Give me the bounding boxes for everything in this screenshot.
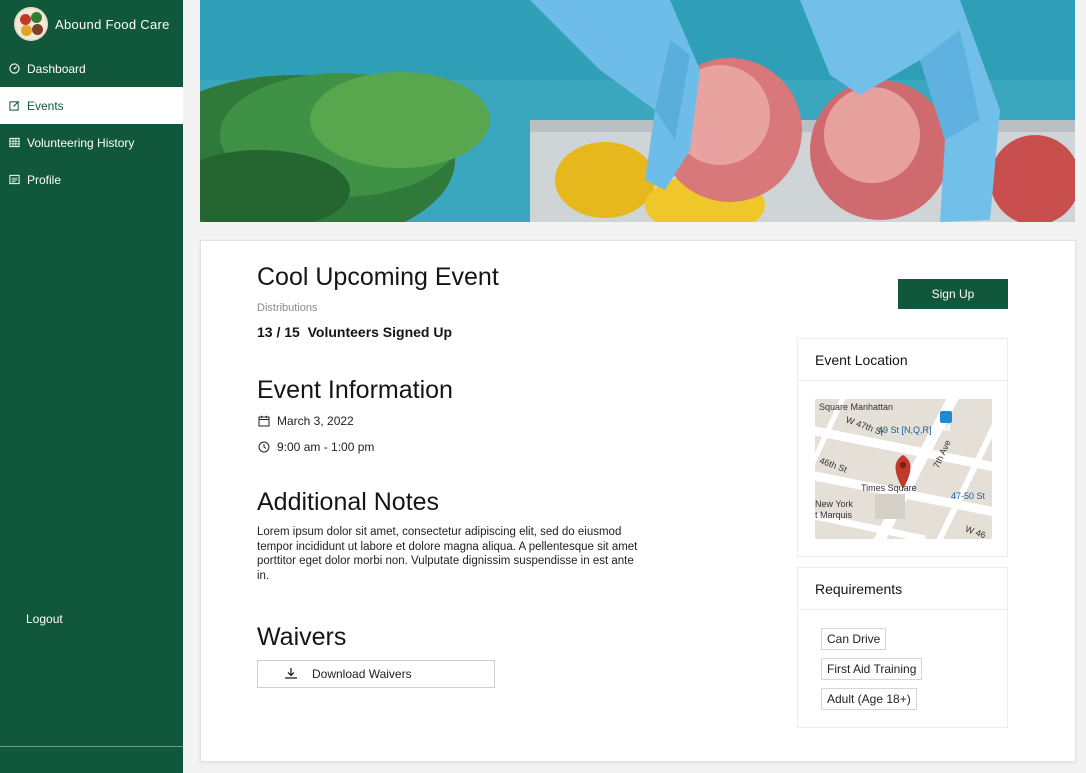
sidebar-nav: Dashboard Events Volunteering History Pr… <box>0 50 183 198</box>
edit-icon <box>8 100 20 112</box>
event-time: 9:00 am - 1:00 pm <box>257 440 374 454</box>
dashboard-icon <box>8 63 20 75</box>
map-label: Times Square <box>861 483 917 493</box>
event-information-heading: Event Information <box>257 376 453 404</box>
sidebar-item-profile[interactable]: Profile <box>0 161 183 198</box>
event-title: Cool Upcoming Event <box>257 263 499 291</box>
hero-illustration <box>200 0 1075 222</box>
map-label: M <box>943 423 951 433</box>
sidebar-item-label: Profile <box>27 172 62 187</box>
download-waivers-label: Download Waivers <box>312 667 412 681</box>
requirement-tag: Adult (Age 18+) <box>821 688 917 710</box>
sidebar-item-volunteering-history[interactable]: Volunteering History <box>0 124 183 161</box>
table-icon <box>8 137 20 149</box>
map-label: Square Manhattan <box>819 402 894 412</box>
event-location-heading: Event Location <box>798 339 1007 381</box>
logout-button[interactable]: Logout <box>26 612 63 626</box>
sidebar-item-label: Volunteering History <box>27 135 135 150</box>
volunteer-count-label: Volunteers Signed Up <box>307 324 453 340</box>
event-category: Distributions <box>257 302 318 314</box>
waivers-heading: Waivers <box>257 623 347 651</box>
requirement-tag: Can Drive <box>821 628 887 650</box>
event-time-text: 9:00 am - 1:00 pm <box>277 440 375 454</box>
calendar-icon <box>257 415 270 428</box>
brand-name: Abound Food Care <box>55 16 170 32</box>
event-location-panel: Event Location Square Manhattan W 47th S… <box>797 338 1008 557</box>
additional-notes-body: Lorem ipsum dolor sit amet, consectetur … <box>257 526 638 582</box>
brand[interactable]: Abound Food Care <box>14 7 170 41</box>
volunteer-count-value: 13 / 15 <box>257 324 300 340</box>
volunteer-count: 13 / 15 Volunteers Signed Up <box>257 324 452 340</box>
map-label: 47-50 St <box>951 491 986 501</box>
sidebar-item-dashboard[interactable]: Dashboard <box>0 50 183 87</box>
profile-icon <box>8 174 20 186</box>
logo <box>14 7 48 41</box>
requirements-heading: Requirements <box>798 568 1007 610</box>
requirements-panel: Requirements Can Drive First Aid Trainin… <box>797 567 1008 728</box>
requirements-list: Can Drive First Aid Training Adult (Age … <box>798 610 1007 710</box>
sidebar-item-events[interactable]: Events <box>0 87 183 124</box>
hero-image <box>200 0 1075 222</box>
download-waivers-button[interactable]: Download Waivers <box>257 660 495 688</box>
sidebar: Abound Food Care Dashboard Events Volunt… <box>0 0 183 773</box>
requirement-tag: First Aid Training <box>821 658 923 680</box>
event-card: Cool Upcoming Event Distributions 13 / 1… <box>200 240 1076 762</box>
map-label: 49 St [N,Q,R] <box>878 425 932 435</box>
download-icon <box>284 667 298 682</box>
location-map[interactable]: Square Manhattan W 47th St 49 St [N,Q,R]… <box>815 399 992 539</box>
map-label: New York <box>815 499 854 509</box>
event-date-text: March 3, 2022 <box>277 414 354 428</box>
clock-icon <box>257 441 270 454</box>
map-label: t Marquis <box>815 510 853 520</box>
additional-notes-heading: Additional Notes <box>257 488 440 516</box>
event-date: March 3, 2022 <box>257 414 354 428</box>
sidebar-item-label: Events <box>27 98 64 113</box>
sidebar-divider <box>0 746 183 747</box>
sign-up-button[interactable]: Sign Up <box>898 279 1008 309</box>
sidebar-item-label: Dashboard <box>27 61 86 76</box>
